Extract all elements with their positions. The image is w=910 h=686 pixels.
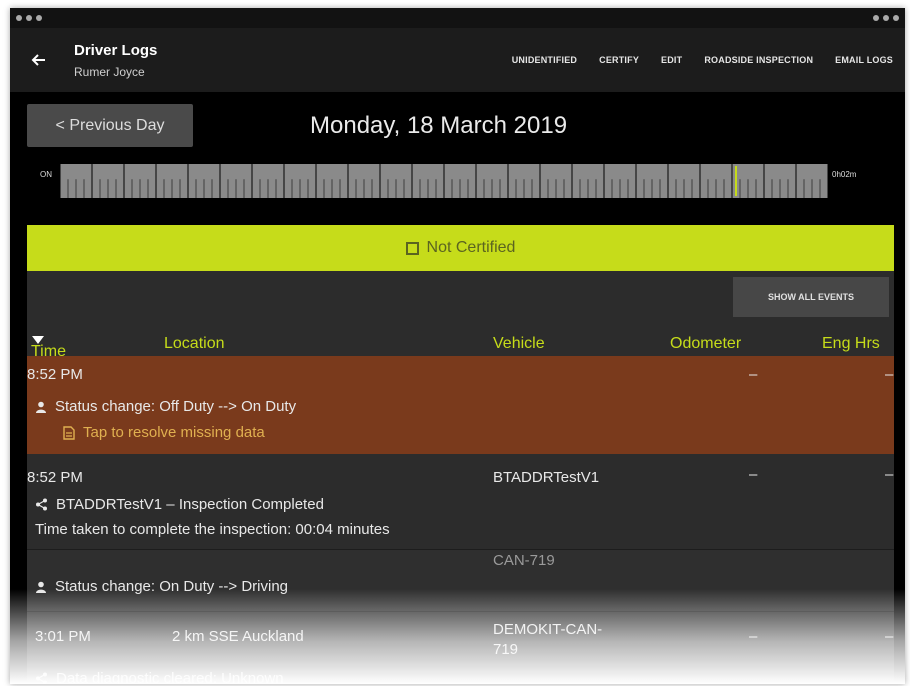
app-bar-titles: Driver Logs Rumer Joyce (74, 42, 157, 79)
event-time: 8:52 PM (27, 366, 83, 383)
driver-name: Rumer Joyce (74, 64, 145, 79)
event-eng-hrs: – (885, 628, 894, 645)
certification-label: Not Certified (426, 239, 516, 256)
event-row-diagnostic[interactable]: 3:01 PM 2 km SSE Auckland DEMOKIT-CAN-71… (27, 612, 894, 684)
event-status-text: Status change: On Duty --> Driving (55, 578, 289, 595)
event-row-missing-data[interactable]: 8:52 PM – – Status change: Off Duty --> … (27, 356, 894, 454)
roadside-inspection-button[interactable]: ROADSIDE INSPECTION (704, 55, 813, 65)
toolbar-actions: UNIDENTIFIED CERTIFY EDIT ROADSIDE INSPE… (512, 28, 893, 92)
app-window: Driver Logs Rumer Joyce UNIDENTIFIED CER… (10, 8, 905, 684)
notification-icon (26, 15, 32, 21)
document-icon (63, 425, 75, 440)
back-button[interactable] (10, 28, 66, 92)
previous-day-button[interactable]: < Previous Day (27, 104, 193, 147)
event-status: Status change: On Duty --> Driving (35, 578, 288, 595)
event-odometer: – (749, 466, 758, 483)
event-time: 8:52 PM (27, 469, 83, 486)
certification-bar[interactable]: Not Certified (27, 225, 894, 271)
event-status: Status change: Off Duty --> On Duty (35, 398, 296, 415)
event-row-driving[interactable]: CAN-719 Status change: On Duty --> Drivi… (27, 550, 894, 612)
notification-icon (16, 15, 22, 21)
event-status: Data diagnostic cleared: Unknown (35, 670, 284, 684)
timeline-total-label: 0h02m (832, 170, 857, 179)
events-panel: SHOW ALL EVENTS Time Location Vehicle Od… (27, 271, 894, 684)
event-eng-hrs: – (885, 366, 894, 383)
event-row-inspection[interactable]: 8:52 PM BTADDRTestV1 – – BTADDRTestV1 – … (27, 454, 894, 550)
vehicle-column-header[interactable]: Vehicle (493, 335, 545, 353)
event-status-text: Status change: Off Duty --> On Duty (55, 398, 297, 415)
resolve-missing-data-link[interactable]: Tap to resolve missing data (63, 424, 265, 441)
event-status-text: BTADDRTestV1 – Inspection Completed (56, 496, 324, 513)
date-title: Monday, 18 March 2019 (310, 112, 568, 139)
status-icons-right (873, 15, 899, 21)
person-icon (36, 401, 46, 413)
person-icon (36, 581, 46, 593)
event-status: BTADDRTestV1 – Inspection Completed (35, 496, 324, 513)
signal-icon (873, 15, 879, 21)
notification-icon (36, 15, 42, 21)
duty-status-timeline (60, 164, 828, 198)
eng-hrs-column-header[interactable]: Eng Hrs (822, 335, 880, 353)
status-bar (10, 8, 905, 28)
event-odometer: – (749, 628, 758, 645)
event-detail: Time taken to complete the inspection: 0… (35, 521, 390, 538)
event-odometer: – (749, 366, 758, 383)
location-column-header[interactable]: Location (164, 335, 225, 353)
status-icons-left (16, 15, 42, 21)
app-bar: Driver Logs Rumer Joyce UNIDENTIFIED CER… (10, 28, 905, 92)
event-vehicle: BTADDRTestV1 (493, 469, 600, 486)
event-time: 3:01 PM (35, 628, 91, 645)
arrow-left-icon (31, 54, 45, 66)
event-vehicle: DEMOKIT-CAN-719 (493, 621, 603, 658)
odometer-column-header[interactable]: Odometer (670, 335, 741, 353)
inspection-icon (36, 498, 47, 511)
event-status-text: Data diagnostic cleared: Unknown (56, 670, 284, 684)
unidentified-button[interactable]: UNIDENTIFIED (512, 55, 577, 65)
edit-button[interactable]: EDIT (661, 55, 682, 65)
time-column-header[interactable]: Time (31, 335, 66, 360)
diagnostic-icon (36, 672, 47, 684)
show-all-events-button[interactable]: SHOW ALL EVENTS (733, 277, 889, 317)
certify-button[interactable]: CERTIFY (599, 55, 639, 65)
resolve-missing-data-label: Tap to resolve missing data (83, 424, 265, 441)
checkbox-icon (405, 241, 419, 255)
wifi-icon (883, 15, 889, 21)
page-title: Driver Logs (74, 41, 158, 59)
timeline-status-label: ON (40, 170, 52, 179)
battery-icon (893, 15, 899, 21)
email-logs-button[interactable]: EMAIL LOGS (835, 55, 893, 65)
event-eng-hrs: – (885, 466, 894, 483)
event-vehicle: CAN-719 (493, 552, 555, 569)
event-location: 2 km SSE Auckland (172, 628, 304, 645)
events-table-header: Time Location Vehicle Odometer Eng Hrs (27, 327, 894, 360)
